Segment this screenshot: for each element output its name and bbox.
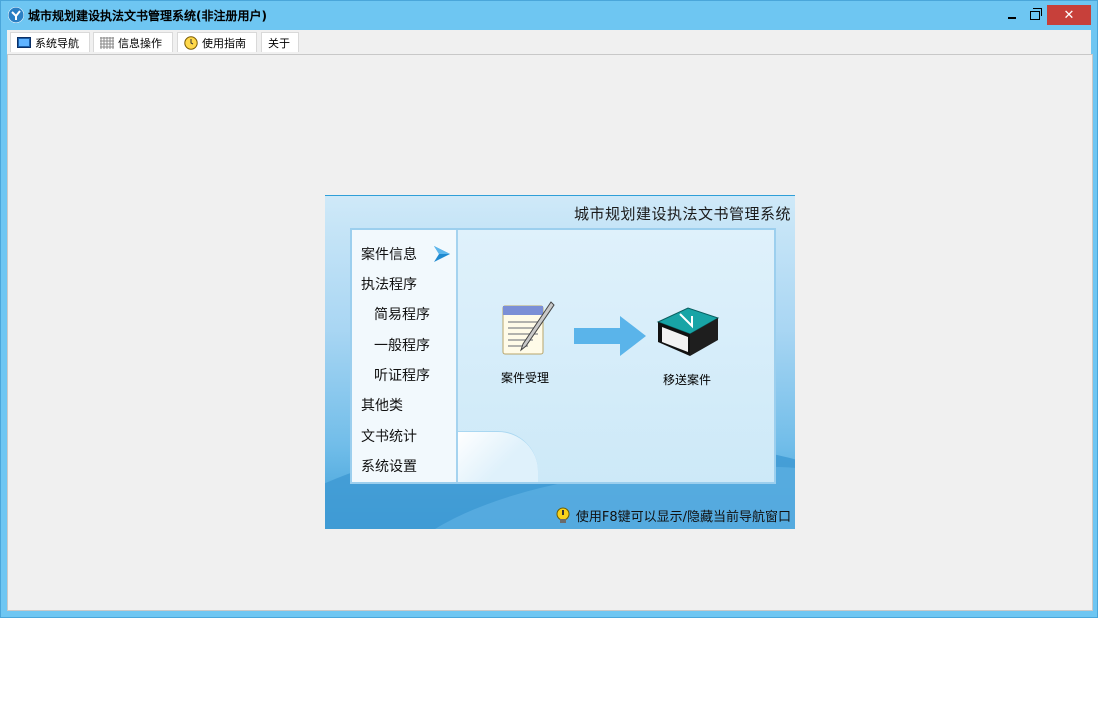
restore-button[interactable] <box>1023 5 1047 25</box>
navigation-panel: 城市规划建设执法文书管理系统 案件信息 执法程序 简易程序 一般程序 听证程序 … <box>325 195 795 529</box>
clock-icon <box>184 35 198 50</box>
menu-label: 关于 <box>268 36 290 50</box>
case-accept-button[interactable]: 案件受理 <box>486 300 564 386</box>
title-bar[interactable]: 城市规划建设执法文书管理系统(非注册用户) ✕ <box>1 1 1097 30</box>
nav-item-hearing-procedure[interactable]: 听证程序 <box>374 365 430 385</box>
window-title: 城市规划建设执法文书管理系统(非注册用户) <box>28 9 267 23</box>
nav-item-enforcement[interactable]: 执法程序 <box>361 274 417 294</box>
transfer-case-button[interactable]: 移送案件 <box>646 300 728 388</box>
menu-user-guide[interactable]: 使用指南 <box>177 32 257 52</box>
nav-item-simple-procedure[interactable]: 简易程序 <box>374 304 430 324</box>
hint-text: 使用F8键可以显示/隐藏当前导航窗口 <box>575 510 791 525</box>
nav-card: 案件信息 执法程序 简易程序 一般程序 听证程序 其他类 文书统计 系统设置 案… <box>350 228 776 484</box>
minimize-button[interactable] <box>1001 5 1023 25</box>
menu-label: 使用指南 <box>202 36 246 50</box>
f8-hint: 使用F8键可以显示/隐藏当前导航窗口 <box>554 506 791 525</box>
menu-label: 信息操作 <box>118 36 162 50</box>
app-logo-icon <box>8 7 24 23</box>
menu-bar: 系统导航 信息操作 使用指南 关于 <box>7 30 1091 55</box>
lightbulb-icon <box>556 507 570 523</box>
chevron-right-icon <box>434 246 450 262</box>
menu-info-ops[interactable]: 信息操作 <box>93 32 173 52</box>
nav-item-general-procedure[interactable]: 一般程序 <box>374 335 430 355</box>
nav-item-doc-stats[interactable]: 文书统计 <box>361 426 417 446</box>
page-curl-decoration <box>458 431 538 482</box>
nav-item-case-info[interactable]: 案件信息 <box>361 244 417 264</box>
restore-icon <box>1030 7 1042 20</box>
grid-icon <box>100 36 114 49</box>
nav-item-others[interactable]: 其他类 <box>361 395 403 415</box>
book-icon <box>656 307 720 356</box>
monitor-icon <box>17 36 31 48</box>
flow-label: 移送案件 <box>662 373 711 387</box>
panel-title: 城市规划建设执法文书管理系统 <box>573 205 791 223</box>
nav-sidebar: 案件信息 执法程序 简易程序 一般程序 听证程序 其他类 文书统计 系统设置 <box>352 230 458 482</box>
flow-area: 案件受理 移送案件 <box>458 230 774 482</box>
arrow-right-icon <box>574 316 646 356</box>
menu-system-nav[interactable]: 系统导航 <box>10 32 90 52</box>
document-pen-icon <box>502 301 555 355</box>
close-button[interactable]: ✕ <box>1047 5 1091 25</box>
menu-about[interactable]: 关于 <box>261 32 299 52</box>
menu-label: 系统导航 <box>35 36 79 50</box>
minimize-icon <box>1008 17 1016 19</box>
flow-label: 案件受理 <box>500 371 549 385</box>
nav-item-settings[interactable]: 系统设置 <box>361 456 417 476</box>
close-icon: ✕ <box>1063 7 1075 23</box>
